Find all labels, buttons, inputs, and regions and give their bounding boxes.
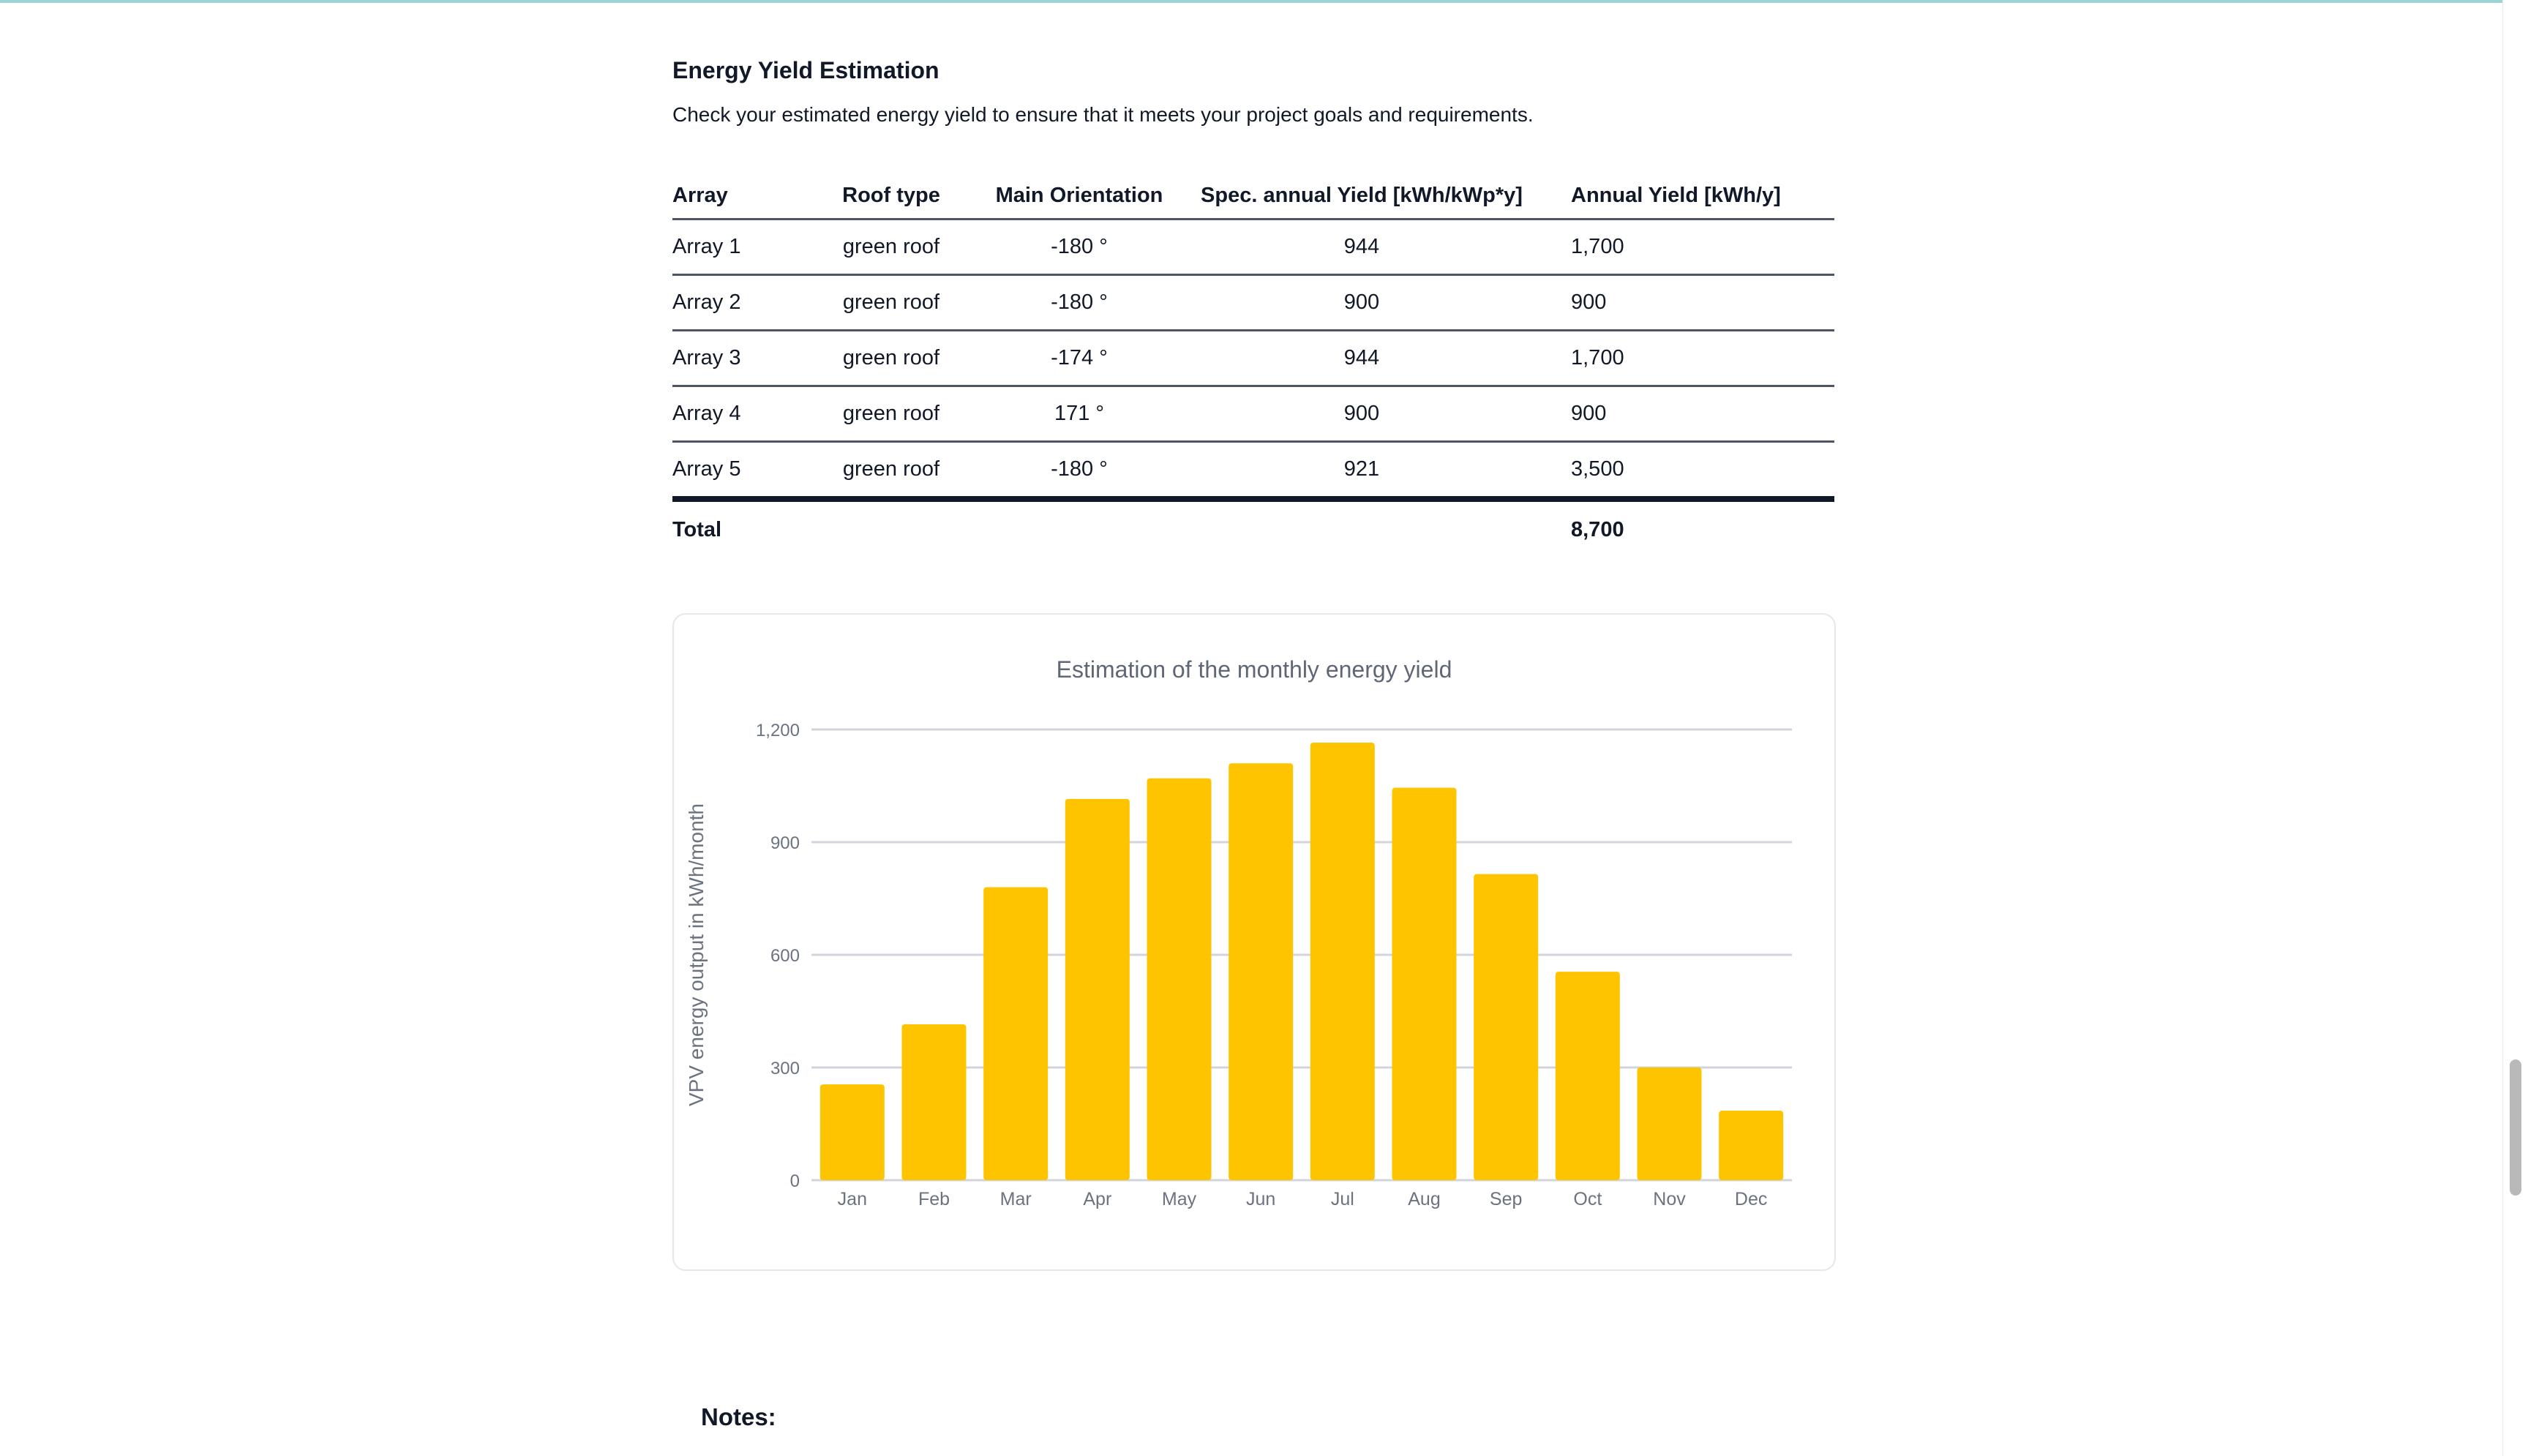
table-row: Array 5 green roof -180 ° 921 3,500 [672, 441, 1834, 502]
cell-roof-type: green roof [798, 386, 984, 443]
table-row: Array 3 green roof -174 ° 944 1,700 [672, 330, 1834, 387]
chart-bar-apr[interactable] [1065, 798, 1130, 1180]
top-accent-line [0, 0, 2528, 3]
cell-orientation: -180 ° [984, 274, 1174, 331]
chart-bar-may[interactable] [1147, 778, 1212, 1180]
chart-bar-feb[interactable] [901, 1024, 967, 1180]
cell-annual-yield: 900 [1549, 274, 1834, 331]
header-array: Array [672, 173, 798, 220]
chart-y-tick-label: 1,200 [756, 721, 800, 740]
chart-x-tick-label: Nov [1653, 1189, 1686, 1209]
chart-x-tick-label: Oct [1573, 1189, 1602, 1209]
chart-y-axis-label: VPV energy output in kWh/month [685, 803, 708, 1106]
header-spec-annual-yield: Spec. annual Yield [kWh/kWp*y] [1174, 173, 1549, 220]
cell-roof-type: green roof [798, 219, 984, 276]
chart-y-tick-label: 600 [770, 946, 800, 966]
chart-bar-sep[interactable] [1474, 874, 1539, 1180]
chart-x-tick-label: Aug [1408, 1189, 1440, 1209]
total-value: 8,700 [1571, 517, 1624, 541]
chart-bar-oct[interactable] [1555, 972, 1620, 1180]
header-roof-type: Roof type [798, 173, 984, 220]
total-label: Total [672, 517, 722, 541]
cell-annual-yield: 3,500 [1549, 441, 1834, 502]
chart-x-tick-label: Jun [1246, 1189, 1275, 1209]
cell-orientation: 171 ° [984, 386, 1174, 443]
chart-x-tick-label: Sep [1490, 1189, 1522, 1209]
section-title: Energy Yield Estimation [672, 57, 939, 83]
cell-spec-yield: 944 [1174, 219, 1549, 276]
chart-x-tick-label: Jul [1331, 1189, 1354, 1209]
vertical-scrollbar[interactable] [2502, 0, 2528, 1456]
total-empty-cell [984, 499, 1174, 558]
chart-bar-jan[interactable] [819, 1084, 885, 1180]
cell-array: Array 4 [672, 386, 798, 443]
table-row: Array 4 green roof 171 ° 900 900 [672, 386, 1834, 443]
chart-bar-aug[interactable] [1392, 787, 1457, 1180]
cell-orientation: -180 ° [984, 441, 1174, 502]
table-row: Array 1 green roof -180 ° 944 1,700 [672, 219, 1834, 276]
cell-spec-yield: 900 [1174, 386, 1549, 443]
cell-array: Array 3 [672, 330, 798, 387]
cell-roof-type: green roof [798, 274, 984, 331]
scrollbar-thumb[interactable] [2510, 1059, 2521, 1196]
cell-orientation: -174 ° [984, 330, 1174, 387]
cell-spec-yield: 900 [1174, 274, 1549, 331]
cell-spec-yield: 944 [1174, 330, 1549, 387]
chart-x-tick-label: Apr [1083, 1189, 1111, 1209]
cell-annual-yield: 1,700 [1549, 219, 1834, 276]
cell-array: Array 5 [672, 441, 798, 502]
notes-heading: Notes: [701, 1403, 776, 1430]
chart-x-tick-label: Dec [1735, 1189, 1767, 1209]
chart-bars [819, 742, 1784, 1180]
section-description: Check your estimated energy yield to ens… [672, 103, 1534, 126]
cell-array: Array 2 [672, 274, 798, 331]
chart-bar-nov[interactable] [1637, 1067, 1702, 1180]
header-annual-yield: Annual Yield [kWh/y] [1549, 173, 1834, 220]
chart-x-tick-label: Feb [918, 1189, 950, 1209]
cell-array: Array 1 [672, 219, 798, 276]
cell-annual-yield: 900 [1549, 386, 1834, 443]
chart-title: Estimation of the monthly energy yield [1057, 656, 1452, 683]
cell-roof-type: green roof [798, 330, 984, 387]
monthly-yield-chart: Estimation of the monthly energy yield V… [685, 656, 1792, 1209]
chart-y-tick-label: 300 [770, 1059, 800, 1078]
chart-bar-jun[interactable] [1229, 763, 1294, 1180]
table-row: Array 2 green roof -180 ° 900 900 [672, 274, 1834, 331]
total-empty-cell [1174, 499, 1549, 558]
chart-bar-dec[interactable] [1719, 1111, 1784, 1180]
header-main-orientation: Main Orientation [984, 173, 1174, 220]
chart-bar-jul[interactable] [1310, 742, 1375, 1180]
monthly-yield-chart-card: Estimation of the monthly energy yield V… [672, 613, 1836, 1271]
chart-y-tick-label: 0 [790, 1171, 800, 1191]
chart-x-tick-label: Mar [1000, 1189, 1032, 1209]
table-header-row: Array Roof type Main Orientation Spec. a… [672, 173, 1834, 220]
chart-x-tick-label: Jan [838, 1189, 867, 1209]
cell-spec-yield: 921 [1174, 441, 1549, 502]
energy-yield-table: Array Roof type Main Orientation Spec. a… [672, 173, 1834, 558]
cell-orientation: -180 ° [984, 219, 1174, 276]
cell-roof-type: green roof [798, 441, 984, 502]
cell-annual-yield: 1,700 [1549, 330, 1834, 387]
chart-bar-mar[interactable] [983, 887, 1049, 1180]
table-total-row: Total 8,700 [672, 499, 1834, 558]
total-empty-cell [798, 499, 984, 558]
chart-x-tick-label: May [1162, 1189, 1197, 1209]
chart-y-tick-label: 900 [770, 833, 800, 853]
